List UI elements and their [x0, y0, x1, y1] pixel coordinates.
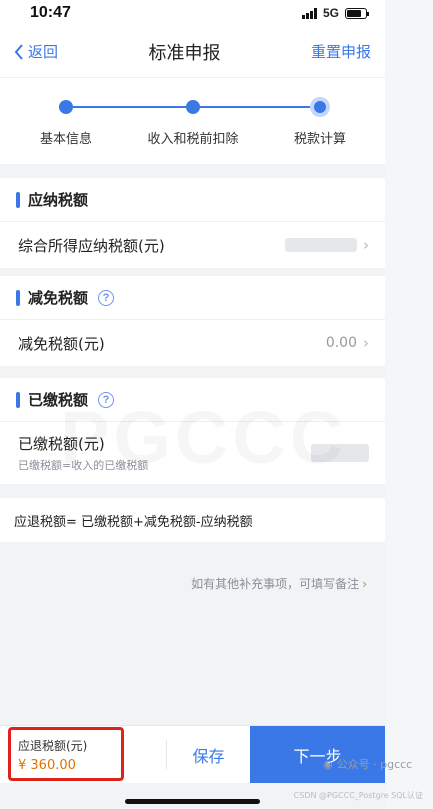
- payable-row[interactable]: 综合所得应纳税额(元) ›: [0, 222, 385, 268]
- csdn-watermark: CSDN @PGCCC_Postgre SQL认证: [293, 791, 423, 800]
- refund-summary: 应退税额(元) ¥ 360.00: [0, 726, 166, 784]
- app-screen: 10:47 5G 返回 标准申报 重置申报 基本信息 收入和税前扣除 税款计算 …: [0, 0, 385, 809]
- section-header: 减免税额 ?: [0, 276, 385, 320]
- chevron-right-icon: ›: [363, 334, 369, 352]
- save-button[interactable]: 保存: [166, 740, 250, 769]
- back-label: 返回: [28, 43, 59, 61]
- refund-formula: 应退税额= 已缴税额+减免税额-应纳税额: [0, 498, 385, 542]
- section-title: 应纳税额: [28, 191, 89, 209]
- step-label-income[interactable]: 收入和税前扣除: [147, 128, 238, 147]
- redacted-value: [285, 238, 357, 252]
- home-indicator: [125, 799, 260, 804]
- nav-bar: 返回 标准申报 重置申报: [0, 26, 385, 78]
- row-value: ›: [285, 236, 369, 254]
- remarks-link[interactable]: 如有其他补充事项，可填写备注 ›: [191, 575, 367, 592]
- section-bar: [16, 391, 20, 408]
- highlight-box: [8, 727, 124, 781]
- section-header: 应纳税额: [0, 178, 385, 222]
- row-label: 综合所得应纳税额(元): [18, 236, 165, 255]
- row-label: 减免税额(元): [18, 334, 105, 353]
- section-bar: [16, 191, 20, 208]
- section-payable: 应纳税额 综合所得应纳税额(元) ›: [0, 178, 385, 268]
- row-value: 0.00 ›: [326, 334, 369, 352]
- page-title: 标准申报: [148, 42, 221, 64]
- battery-icon: [345, 7, 369, 19]
- step-dot-3-active: [310, 97, 330, 117]
- chevron-left-icon: [14, 43, 23, 60]
- remarks-label: 如有其他补充事项，可填写备注: [191, 577, 360, 591]
- wechat-icon: ◉: [323, 757, 333, 771]
- status-time: 10:47: [30, 4, 71, 21]
- side-margin: [385, 0, 433, 809]
- step-dot-2: [186, 100, 200, 114]
- chevron-right-icon: ›: [362, 576, 367, 591]
- section-bar: [16, 289, 20, 306]
- section-exemption: 减免税额 ? 减免税额(元) 0.00 ›: [0, 276, 385, 366]
- exemption-row[interactable]: 减免税额(元) 0.00 ›: [0, 320, 385, 366]
- wechat-watermark-text: 公众号 · pgccc: [336, 758, 413, 771]
- chevron-right-icon: ›: [363, 236, 369, 254]
- step-dot-1: [59, 100, 73, 114]
- signal-icon: [301, 7, 317, 19]
- next-button[interactable]: 下一步: [250, 726, 385, 783]
- back-button[interactable]: 返回: [14, 41, 58, 62]
- status-bar: 10:47 5G: [0, 0, 385, 26]
- step-label-basic-info[interactable]: 基本信息: [40, 128, 92, 147]
- status-icons: 5G: [301, 6, 369, 20]
- step-label-tax-calc[interactable]: 税款计算: [294, 128, 346, 147]
- reset-button[interactable]: 重置申报: [311, 41, 371, 62]
- section-title: 减免税额: [28, 289, 89, 307]
- exemption-value: 0.00: [325, 335, 357, 351]
- help-icon[interactable]: ?: [98, 289, 115, 306]
- watermark-text: PGCCC: [60, 395, 347, 480]
- progress-steps: 基本信息 收入和税前扣除 税款计算: [0, 78, 385, 164]
- bottom-action-bar: 应退税额(元) ¥ 360.00 保存 下一步: [0, 725, 385, 783]
- wechat-watermark: ◉ 公众号 · pgccc: [323, 756, 412, 772]
- network-label: 5G: [322, 6, 339, 20]
